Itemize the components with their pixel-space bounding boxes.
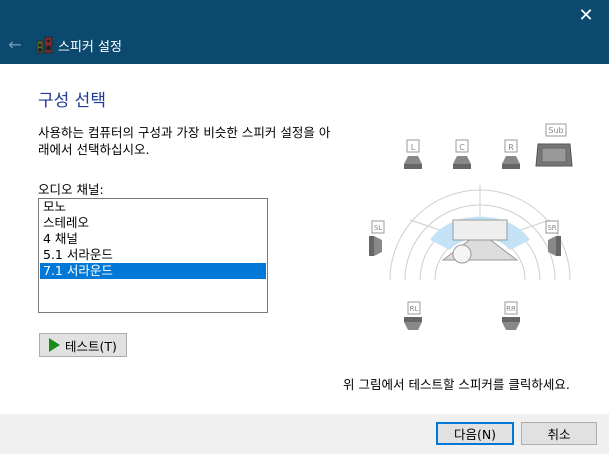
page-heading: 구성 선택: [38, 91, 106, 111]
speaker-label-l: L: [411, 143, 416, 152]
speaker-side-left[interactable]: SL: [369, 220, 385, 256]
back-arrow-icon: ←: [8, 34, 22, 54]
speaker-front-right[interactable]: R: [502, 139, 520, 169]
instruction-text: 위 그림에서 테스트할 스피커를 클릭하세요.: [343, 377, 570, 392]
speaker-label-rr: RR: [506, 305, 516, 313]
test-button-label: 테스트(T): [65, 338, 117, 354]
window-title: 스피커 설정: [58, 40, 122, 55]
channel-option-stereo[interactable]: 스테레오: [40, 215, 266, 231]
speaker-diagram: L C R Sub SL SR RL RR: [369, 123, 573, 330]
speaker-label-sr: SR: [547, 224, 556, 232]
next-button[interactable]: 다음(N): [436, 422, 514, 445]
audio-channels-listbox[interactable]: 모노 스테레오 4 채널 5.1 서라운드 7.1 서라운드: [38, 198, 268, 313]
back-button[interactable]: ←: [6, 34, 24, 54]
cancel-button[interactable]: 취소: [521, 422, 597, 445]
speaker-label-c: C: [459, 143, 465, 152]
footer-bar: 다음(N) 취소: [0, 414, 609, 454]
speaker-app-icon: [36, 36, 53, 54]
channel-option-quad[interactable]: 4 채널: [40, 231, 266, 247]
channel-option-mono[interactable]: 모노: [40, 199, 266, 215]
speaker-rear-left[interactable]: RL: [404, 301, 422, 330]
title-bar: ✕ ← 스피커 설정: [0, 0, 609, 64]
channel-option-5-1[interactable]: 5.1 서라운드: [40, 247, 266, 263]
speaker-side-right[interactable]: SR: [545, 220, 561, 256]
speaker-front-left[interactable]: L: [404, 139, 422, 169]
next-button-label: 다음(N): [453, 427, 497, 442]
speaker-label-r: R: [508, 143, 514, 152]
close-icon: ✕: [578, 4, 594, 26]
play-icon: [49, 338, 61, 352]
audio-channels-label: 오디오 채널:: [38, 182, 104, 197]
speaker-label-rl: RL: [410, 305, 419, 313]
speaker-label-sl: SL: [374, 224, 382, 232]
cancel-button-label: 취소: [547, 427, 571, 442]
speaker-rear-right[interactable]: RR: [502, 301, 520, 330]
speaker-center[interactable]: C: [453, 139, 471, 169]
close-button[interactable]: ✕: [563, 0, 609, 30]
speaker-subwoofer[interactable]: Sub: [535, 123, 573, 167]
test-button[interactable]: 테스트(T): [39, 333, 127, 357]
speaker-label-sub: Sub: [548, 126, 563, 135]
description-text: 사용하는 컴퓨터의 구성과 가장 비슷한 스피커 설정을 아래에서 선택하십시오…: [38, 125, 331, 157]
channel-option-7-1[interactable]: 7.1 서라운드: [40, 263, 266, 279]
